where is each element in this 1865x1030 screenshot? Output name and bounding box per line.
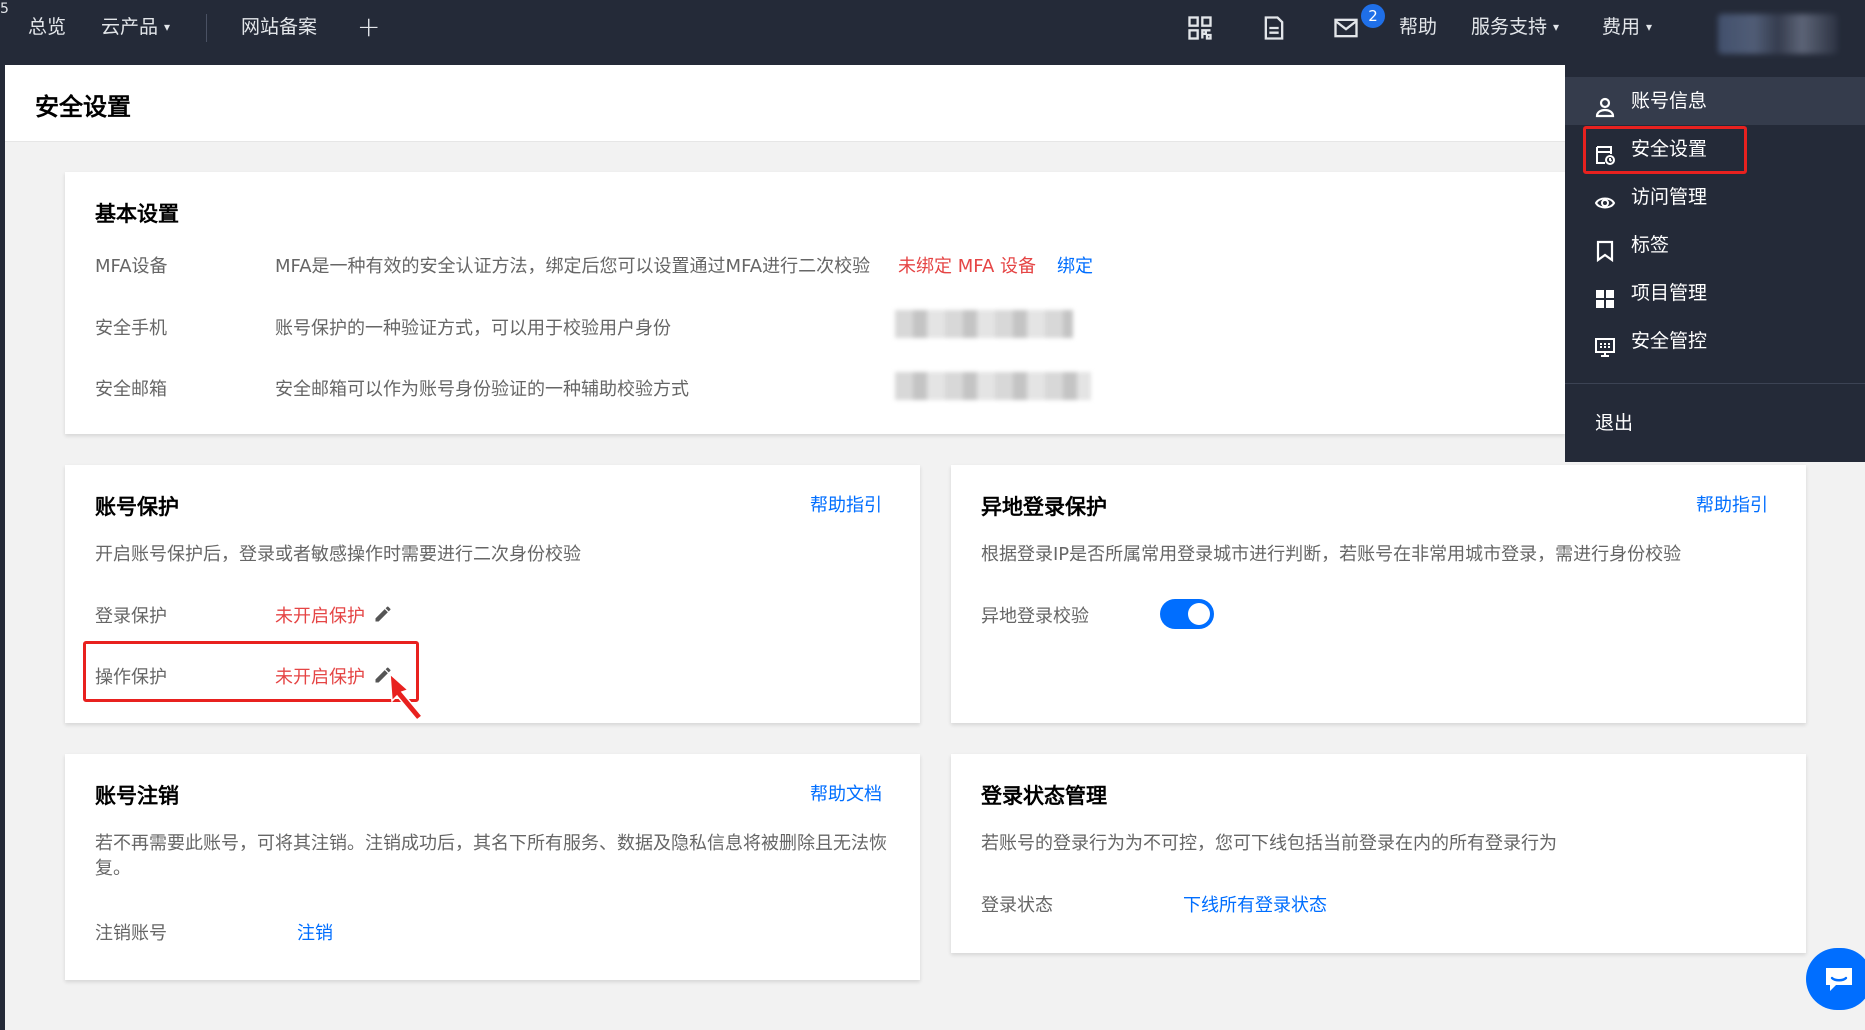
nav-overview[interactable]: 总览 xyxy=(28,0,66,55)
account-protection-help-link[interactable]: 帮助指引 xyxy=(810,491,882,517)
chat-icon xyxy=(1826,968,1852,991)
remote-login-help-link[interactable]: 帮助指引 xyxy=(1696,491,1768,517)
remote-login-title: 异地登录保护 xyxy=(981,495,1107,519)
account-protection-desc: 开启账号保护后，登录或者敏感操作时需要进行二次身份校验 xyxy=(95,544,581,565)
add-icon[interactable]: + xyxy=(357,0,380,54)
nav-divider xyxy=(206,14,207,42)
login-state-card: 登录状态管理 若账号的登录行为为不可控，您可下线包括当前登录在内的所有登录行为 … xyxy=(951,754,1806,953)
email-label: 安全邮箱 xyxy=(95,379,167,400)
email-desc: 安全邮箱可以作为账号身份验证的一种辅助校验方式 xyxy=(275,379,689,400)
chevron-down-icon: ▾ xyxy=(1646,20,1653,34)
chat-support-button[interactable] xyxy=(1806,948,1865,1010)
operation-protection-highlight xyxy=(83,641,419,702)
logout-all-sessions-link[interactable]: 下线所有登录状态 xyxy=(1183,891,1327,917)
account-cancel-link[interactable]: 注销 xyxy=(297,919,333,945)
login-state-desc: 若账号的登录行为为不可控，您可下线包括当前登录在内的所有登录行为 xyxy=(981,833,1557,854)
chevron-down-icon: ▾ xyxy=(1553,20,1560,34)
pointer-arrow-icon xyxy=(389,672,424,722)
nav-icp-filing[interactable]: 网站备案 xyxy=(241,0,317,55)
account-cancel-help-link[interactable]: 帮助文档 xyxy=(810,780,882,806)
top-navigation-bar: 5 总览 云产品 ▾ 网站备案 + 2 帮助 服务支持 ▾ 费用 ▾ xyxy=(0,0,1865,65)
phone-label: 安全手机 xyxy=(95,318,167,339)
dropdown-item-label: 访问管理 xyxy=(1631,186,1708,208)
qrcode-icon[interactable] xyxy=(1186,14,1214,42)
basic-settings-title: 基本设置 xyxy=(95,202,179,226)
account-cancel-card: 账号注销 帮助文档 若不再需要此账号，可将其注销。注销成功后，其名下所有服务、数… xyxy=(65,754,920,980)
left-edge-strip xyxy=(0,65,5,1030)
account-avatar[interactable] xyxy=(1718,14,1838,54)
mfa-bind-link[interactable]: 绑定 xyxy=(1057,252,1093,278)
dropdown-item-label: 安全管控 xyxy=(1631,330,1708,352)
message-count-badge: 2 xyxy=(1361,4,1385,28)
mfa-desc: MFA是一种有效的安全认证方法，绑定后您可以设置通过MFA进行二次校验 xyxy=(275,256,871,277)
remote-login-desc: 根据登录IP是否所属常用登录城市进行判断，若账号在非常用城市登录，需进行身份校验 xyxy=(981,544,1682,565)
remote-login-card: 异地登录保护 帮助指引 根据登录IP是否所属常用登录城市进行判断，若账号在非常用… xyxy=(951,465,1806,723)
mail-icon[interactable] xyxy=(1332,14,1360,42)
login-protection-status: 未开启保护 xyxy=(275,606,365,627)
dropdown-item-logout[interactable]: 退出 xyxy=(1565,399,1865,447)
dropdown-item-tags[interactable]: 标签 xyxy=(1565,221,1865,269)
page-title: 安全设置 xyxy=(35,93,131,121)
dropdown-item-access-management[interactable]: 访问管理 xyxy=(1565,173,1865,221)
tag-icon xyxy=(1593,233,1617,263)
security-control-icon xyxy=(1593,329,1617,357)
dropdown-item-label: 账号信息 xyxy=(1631,90,1708,112)
dropdown-item-account-info[interactable]: 账号信息 xyxy=(1565,77,1865,125)
edge-glyph: 5 xyxy=(0,1,9,17)
chevron-down-icon: ▾ xyxy=(164,20,171,34)
nav-cloud-products[interactable]: 云产品 ▾ xyxy=(101,0,170,55)
login-protection-edit-icon[interactable] xyxy=(373,604,393,624)
account-cancel-desc-line2: 复。 xyxy=(95,858,131,879)
dropdown-item-security-control[interactable]: 安全管控 xyxy=(1565,317,1865,365)
nav-service-support[interactable]: 服务支持 ▾ xyxy=(1471,0,1559,55)
phone-desc: 账号保护的一种验证方式，可以用于校验用户身份 xyxy=(275,318,671,339)
account-cancel-label: 注销账号 xyxy=(95,923,167,944)
nav-help[interactable]: 帮助 xyxy=(1399,0,1437,55)
project-icon xyxy=(1593,281,1617,308)
dropdown-separator xyxy=(1565,383,1865,384)
email-value-blurred xyxy=(895,372,1091,400)
nav-cloud-products-label: 云产品 xyxy=(101,16,159,38)
basic-settings-card: 基本设置 MFA设备 MFA是一种有效的安全认证方法，绑定后您可以设置通过MFA… xyxy=(65,172,1565,434)
login-protection-label: 登录保护 xyxy=(95,606,167,627)
account-cancel-title: 账号注销 xyxy=(95,784,179,808)
account-dropdown-menu: 账号信息 安全设置 访问管理 标签 项目管理 安全管控 退出 xyxy=(1565,65,1865,462)
dropdown-item-project-management[interactable]: 项目管理 xyxy=(1565,269,1865,317)
user-icon xyxy=(1593,89,1617,118)
account-cancel-desc-line1: 若不再需要此账号，可将其注销。注销成功后，其名下所有服务、数据及隐私信息将被删除… xyxy=(95,833,887,854)
account-protection-title: 账号保护 xyxy=(95,495,179,519)
mfa-status: 未绑定 MFA 设备 xyxy=(898,256,1036,277)
login-state-title: 登录状态管理 xyxy=(981,784,1107,808)
dropdown-item-label: 项目管理 xyxy=(1631,282,1708,304)
logout-label: 退出 xyxy=(1595,412,1634,434)
nav-billing-label: 费用 xyxy=(1602,16,1641,38)
mfa-label: MFA设备 xyxy=(95,256,168,277)
nav-service-support-label: 服务支持 xyxy=(1471,16,1548,38)
dropdown-item-label: 标签 xyxy=(1631,234,1670,256)
login-state-label: 登录状态 xyxy=(981,895,1053,916)
document-icon[interactable] xyxy=(1260,14,1288,42)
remote-login-check-label: 异地登录校验 xyxy=(981,606,1089,627)
security-settings-highlight xyxy=(1583,126,1747,174)
phone-value-blurred xyxy=(895,310,1073,338)
remote-login-toggle[interactable] xyxy=(1160,599,1214,629)
nav-billing[interactable]: 费用 ▾ xyxy=(1602,0,1652,55)
access-icon xyxy=(1593,185,1617,209)
